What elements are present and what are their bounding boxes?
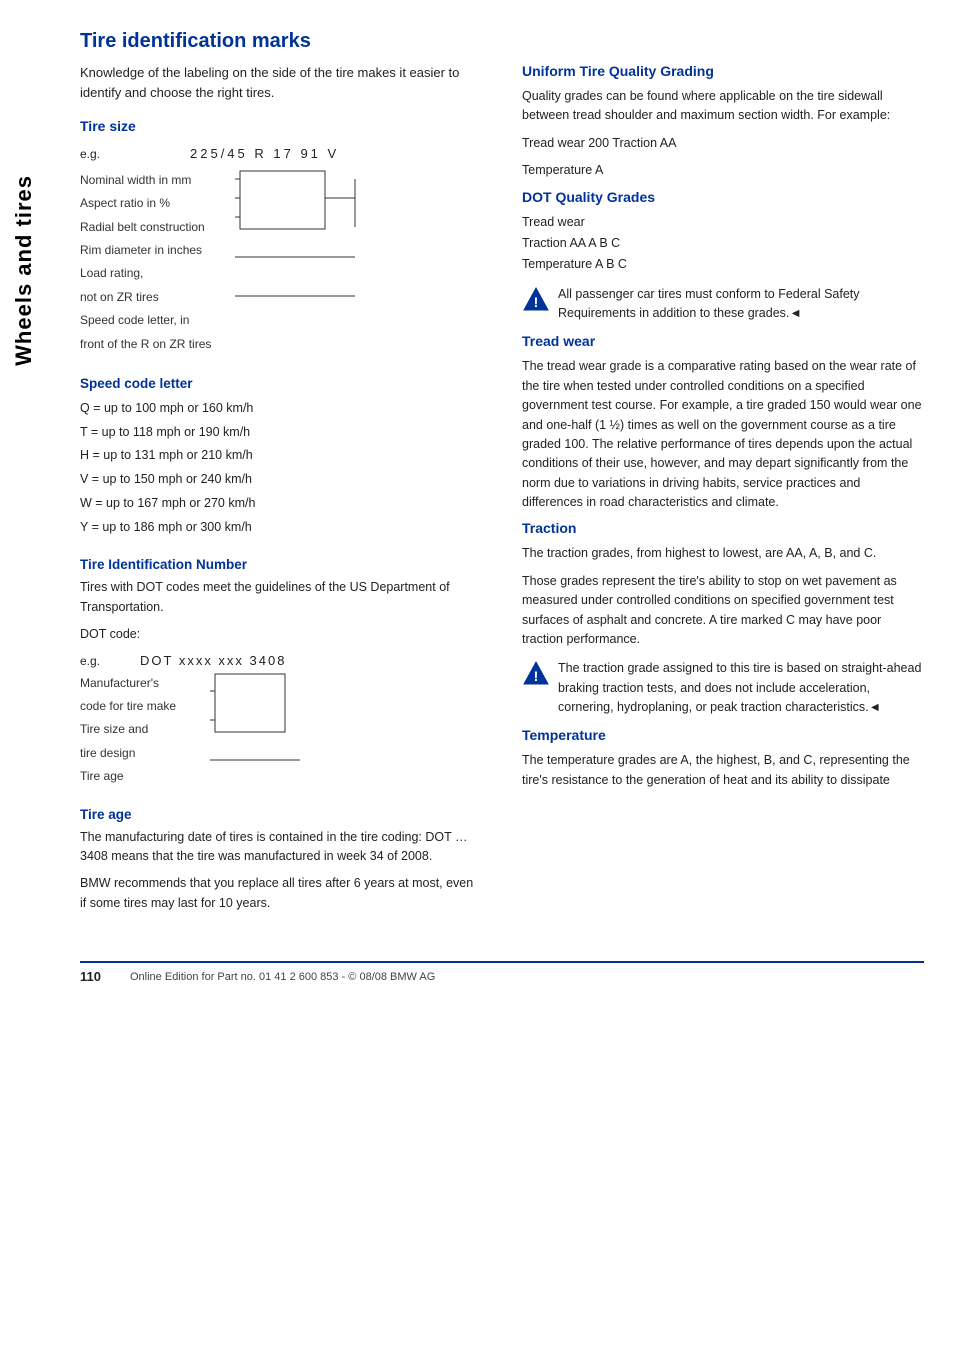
tire-label-7: front of the R on ZR tires [80, 333, 482, 356]
tire-size-title: Tire size [80, 118, 482, 134]
speed-code-title: Speed code letter [80, 376, 482, 391]
speed-item-0: Q = up to 100 mph or 160 km/h [80, 397, 482, 421]
tread-wear-body: The tread wear grade is a comparative ra… [522, 357, 924, 512]
temperature-title: Temperature [522, 727, 924, 743]
page-number: 110 [80, 969, 110, 984]
sidebar-label: Wheels and tires [11, 175, 37, 366]
speed-item-3: V = up to 150 mph or 240 km/h [80, 468, 482, 492]
utqg-body: Quality grades can be found where applic… [522, 87, 924, 126]
warning-box-1: ! All passenger car tires must conform t… [522, 285, 924, 324]
intro-text: Knowledge of the labeling on the side of… [80, 63, 482, 102]
traction-body1: The traction grades, from highest to low… [522, 544, 924, 563]
speed-item-5: Y = up to 186 mph or 300 km/h [80, 516, 482, 540]
svg-text:!: ! [534, 294, 539, 310]
temperature-body: The temperature grades are A, the highes… [522, 751, 924, 790]
dot-q-line3: Temperature A B C [522, 255, 924, 274]
traction-body2: Those grades represent the tire's abilit… [522, 572, 924, 650]
dot-bracket-svg [210, 672, 330, 772]
footer-text: Online Edition for Part no. 01 41 2 600 … [130, 971, 435, 983]
speed-item-4: W = up to 167 mph or 270 km/h [80, 492, 482, 516]
dot-label: DOT code: [80, 625, 482, 644]
dot-code: DOT xxxx xxx 3408 [140, 653, 286, 668]
tire-id-title: Tire Identification Number [80, 557, 482, 572]
tire-age-title: Tire age [80, 807, 482, 822]
dot-q-line1: Tread wear [522, 213, 924, 232]
tire-size-diagram: e.g. 225/45 R 17 91 V Nominal width in m… [80, 144, 482, 356]
utqg-example2: Temperature A [522, 161, 924, 180]
warning-triangle-icon-2: ! [522, 660, 550, 686]
dot-q-line2: Traction AA A B C [522, 234, 924, 253]
svg-text:!: ! [534, 668, 539, 684]
utqg-title: Uniform Tire Quality Grading [522, 63, 924, 79]
dot-diagram: e.g. DOT xxxx xxx 3408 Manufacturer's co… [80, 653, 482, 789]
warning2-text: The traction grade assigned to this tire… [558, 659, 924, 717]
footer: 110 Online Edition for Part no. 01 41 2 … [80, 961, 924, 984]
eg-label-dot: e.g. [80, 654, 110, 668]
tire-age-body2: BMW recommends that you replace all tire… [80, 874, 482, 913]
speed-codes-list: Q = up to 100 mph or 160 km/h T = up to … [80, 397, 482, 540]
tire-code: 225/45 R 17 91 V [190, 144, 339, 165]
right-column: Uniform Tire Quality Grading Quality gra… [522, 63, 924, 921]
eg-label-tire: e.g. [80, 145, 135, 164]
warning1-text: All passenger car tires must conform to … [558, 285, 924, 324]
tire-age-body1: The manufacturing date of tires is conta… [80, 828, 482, 867]
page-title: Tire identification marks [80, 30, 924, 53]
speed-item-2: H = up to 131 mph or 210 km/h [80, 444, 482, 468]
traction-title: Traction [522, 520, 924, 536]
sidebar: Wheels and tires [0, 120, 48, 420]
tire-bracket-svg [235, 169, 365, 325]
speed-item-1: T = up to 118 mph or 190 km/h [80, 421, 482, 445]
warning-box-2: ! The traction grade assigned to this ti… [522, 659, 924, 717]
tread-wear-title: Tread wear [522, 333, 924, 349]
tire-id-body1: Tires with DOT codes meet the guidelines… [80, 578, 482, 617]
left-column: Knowledge of the labeling on the side of… [80, 63, 482, 921]
utqg-example1: Tread wear 200 Traction AA [522, 134, 924, 153]
dot-quality-title: DOT Quality Grades [522, 189, 924, 205]
warning-triangle-icon-1: ! [522, 286, 550, 312]
